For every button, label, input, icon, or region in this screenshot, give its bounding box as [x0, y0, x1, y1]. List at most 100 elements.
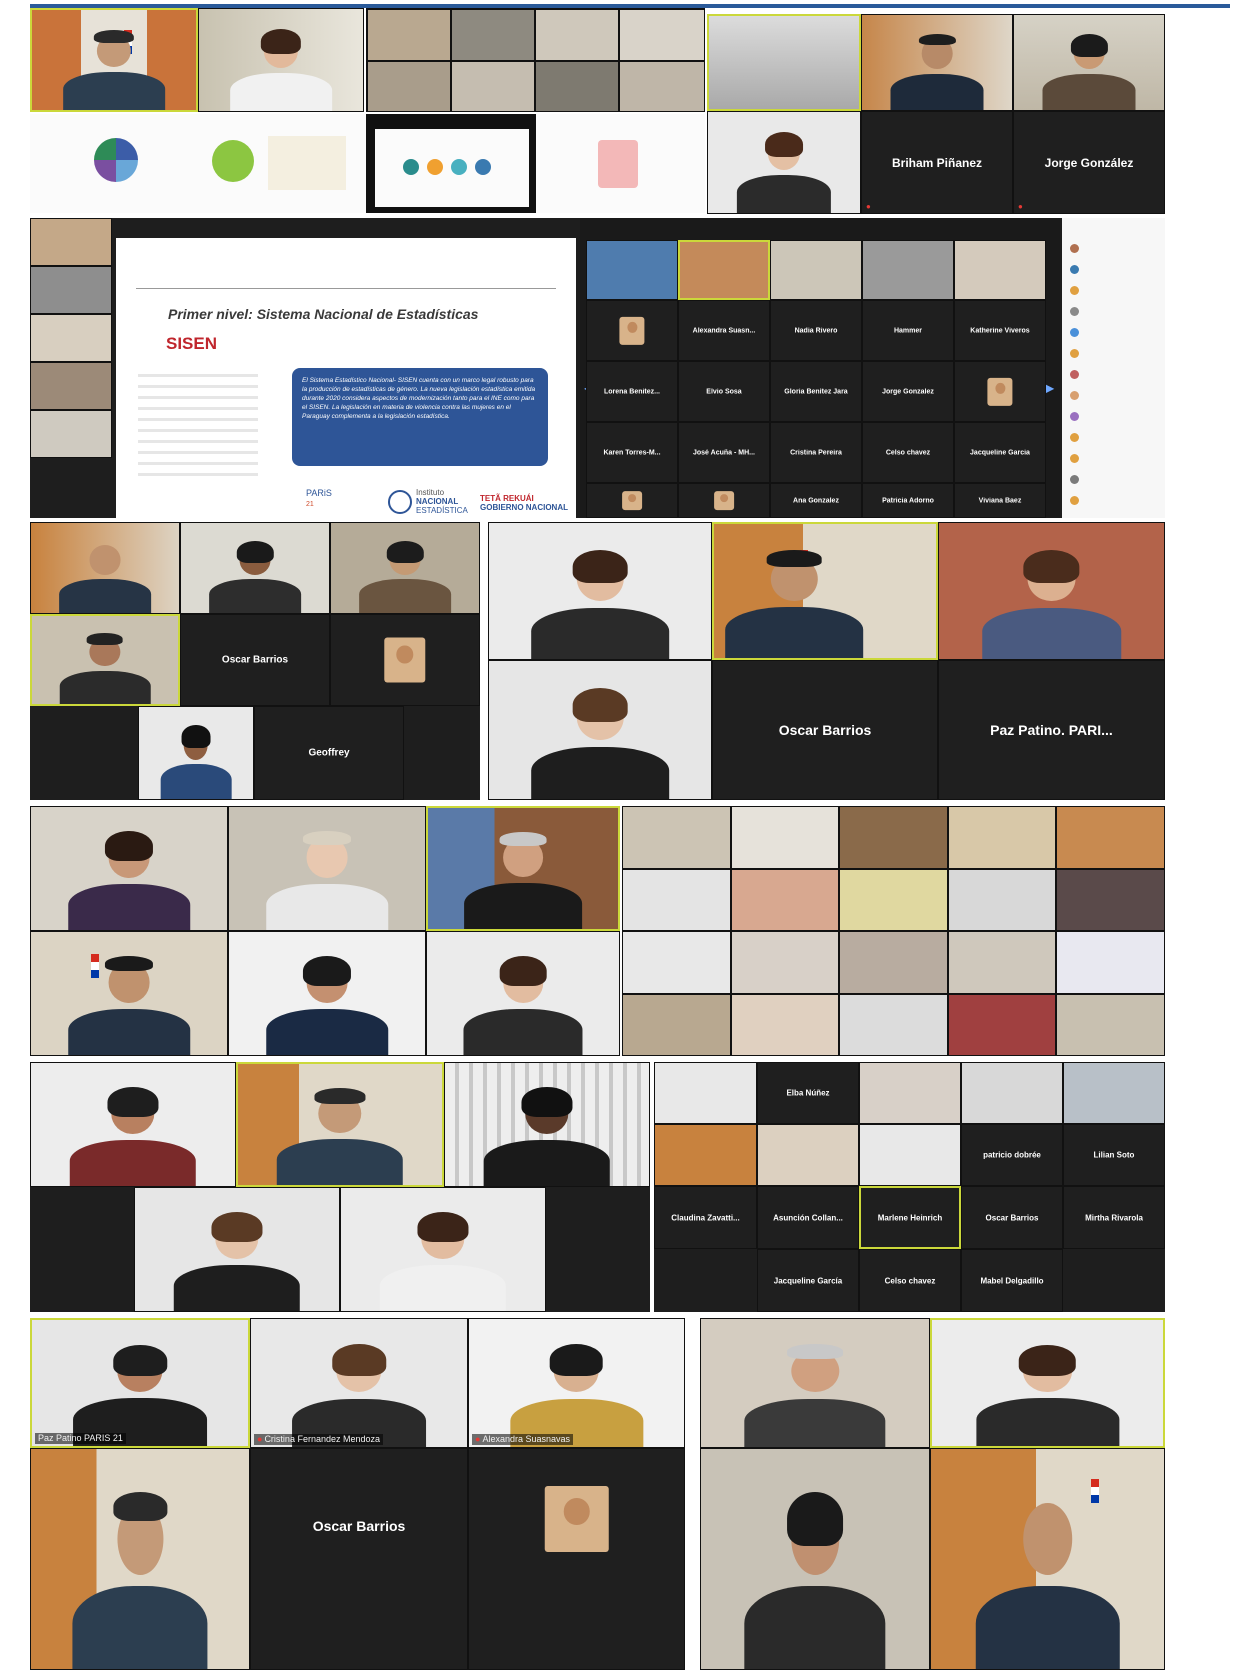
video-tile[interactable] [366, 114, 536, 213]
video-tile[interactable] [30, 266, 112, 314]
participant-tile[interactable]: Lorena Benitez... [586, 361, 678, 422]
video-tile[interactable] [654, 1124, 757, 1186]
participant-tile[interactable]: Marlene Heinrich [859, 1186, 961, 1249]
participant-tile[interactable] [954, 361, 1046, 422]
video-tile[interactable] [707, 14, 861, 111]
video-tile[interactable] [444, 1062, 650, 1187]
video-tile[interactable] [30, 522, 180, 614]
video-tile[interactable] [30, 614, 180, 706]
video-tile[interactable] [930, 1448, 1165, 1670]
video-tile[interactable] [30, 410, 112, 458]
video-tile[interactable] [30, 8, 198, 112]
participant-tile[interactable]: Patricia Adorno [862, 483, 954, 518]
video-tile[interactable] [138, 706, 254, 800]
video-tile[interactable] [30, 362, 112, 410]
participant-tile[interactable]: Elvio Sosa [678, 361, 770, 422]
video-tile[interactable] [236, 1062, 444, 1187]
video-tile[interactable] [938, 522, 1165, 660]
video-tile[interactable] [700, 1448, 930, 1670]
video-tile[interactable] [622, 869, 731, 931]
participant-tile[interactable]: Nadia Rivero [770, 300, 862, 361]
video-tile[interactable] [30, 1448, 250, 1670]
video-tile[interactable] [839, 931, 948, 994]
video-tile[interactable] [488, 660, 712, 800]
video-tile[interactable] [426, 806, 620, 931]
participant-tile[interactable]: Alexandra Suasn... [678, 300, 770, 361]
video-tile[interactable] [30, 1062, 236, 1187]
participant-tile[interactable]: Hammer [862, 300, 954, 361]
video-tile[interactable] [1056, 869, 1165, 931]
video-tile[interactable] [712, 522, 938, 660]
participant-tile[interactable]: Mirtha Rivarola [1063, 1186, 1165, 1249]
video-tile[interactable]: ● Cristina Fernandez Mendoza [250, 1318, 468, 1448]
video-tile[interactable] [678, 240, 770, 300]
participant-tile[interactable]: Gloria Benítez Jara [770, 361, 862, 422]
video-tile[interactable] [731, 869, 839, 931]
participant-tile[interactable]: Katherine Viveros [954, 300, 1046, 361]
video-tile[interactable] [859, 1124, 961, 1186]
video-tile[interactable] [180, 522, 330, 614]
participant-tile[interactable]: Jacqueline García [757, 1249, 859, 1312]
participant-tile[interactable]: Cristina Pereira [770, 422, 862, 483]
participant-tile[interactable]: Jorge González ● [1013, 111, 1165, 214]
video-tile[interactable] [654, 1062, 757, 1124]
video-tile[interactable] [731, 931, 839, 994]
video-tile[interactable] [961, 1062, 1063, 1124]
video-tile[interactable] [228, 931, 426, 1056]
video-tile[interactable] [839, 869, 948, 931]
video-tile[interactable] [954, 240, 1046, 300]
video-tile[interactable]: ● Alexandra Suasnavas [468, 1318, 685, 1448]
video-tile[interactable] [948, 806, 1056, 869]
participant-tile[interactable] [468, 1448, 685, 1670]
video-tile[interactable] [731, 994, 839, 1056]
participant-tile[interactable] [586, 300, 678, 361]
participant-tile[interactable]: Karen Torres-M... [586, 422, 678, 483]
participant-tile[interactable]: José Acuña - MH... [678, 422, 770, 483]
video-tile[interactable] [757, 1124, 859, 1186]
participant-tile[interactable]: Claudina Zavatti... [654, 1186, 757, 1249]
participant-tile[interactable]: Oscar Barrios [250, 1448, 468, 1670]
participant-tile[interactable] [330, 614, 480, 706]
participant-tile[interactable]: Oscar Barrios [712, 660, 938, 800]
video-tile[interactable] [862, 240, 954, 300]
video-tile[interactable] [770, 240, 862, 300]
participant-tile[interactable]: Jorge Gonzalez [862, 361, 954, 422]
video-tile[interactable] [228, 806, 426, 931]
video-tile[interactable] [948, 994, 1056, 1056]
video-tile[interactable] [30, 931, 228, 1056]
video-tile[interactable] [1013, 14, 1165, 111]
participant-tile[interactable]: Briham Piñanez ● [861, 111, 1013, 214]
video-tile[interactable] [426, 931, 620, 1056]
video-tile[interactable] [134, 1187, 340, 1312]
participant-tile[interactable]: Elba Núñez [757, 1062, 859, 1124]
video-tile[interactable] [1063, 1062, 1165, 1124]
participant-tile[interactable]: Jacqueline Garcia [954, 422, 1046, 483]
participant-tile[interactable]: Mabel Delgadillo [961, 1249, 1063, 1312]
video-tile[interactable] [488, 522, 712, 660]
video-tile[interactable] [731, 806, 839, 869]
participant-tile[interactable]: Lilian Soto [1063, 1124, 1165, 1186]
video-tile[interactable] [930, 1318, 1165, 1448]
video-tile[interactable] [622, 994, 731, 1056]
video-tile[interactable] [948, 869, 1056, 931]
video-tile[interactable] [1056, 931, 1165, 994]
video-tile[interactable] [839, 994, 948, 1056]
video-tile[interactable] [859, 1062, 961, 1124]
video-tile[interactable] [330, 522, 480, 614]
video-tile[interactable] [948, 931, 1056, 994]
participant-tile[interactable]: Asunción Collan... [757, 1186, 859, 1249]
participant-tile[interactable]: Paz Patino. PARI... [938, 660, 1165, 800]
video-tile[interactable] [622, 931, 731, 994]
video-tile[interactable] [30, 806, 228, 931]
participant-tile[interactable]: Oscar Barrios [180, 614, 330, 706]
video-tile[interactable]: Paz Patino PARIS 21 [30, 1318, 250, 1448]
video-tile[interactable] [861, 14, 1013, 111]
participant-tile[interactable]: Oscar Barrios [961, 1186, 1063, 1249]
video-tile[interactable] [707, 111, 861, 214]
video-tile[interactable] [1056, 994, 1165, 1056]
video-tile[interactable] [1056, 806, 1165, 869]
video-tile[interactable] [30, 218, 112, 266]
video-tile[interactable] [839, 806, 948, 869]
video-tile[interactable] [700, 1318, 930, 1448]
video-tile[interactable] [622, 806, 731, 869]
